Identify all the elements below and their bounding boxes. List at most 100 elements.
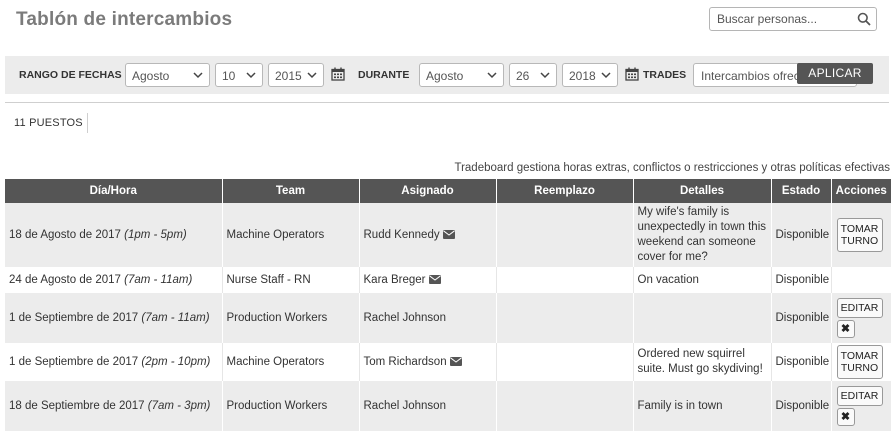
cell-details: Family is in town bbox=[633, 381, 772, 431]
column-header-team[interactable]: Team bbox=[222, 179, 360, 203]
cell-assigned: Tom Richardson bbox=[359, 343, 497, 381]
take-shift-button[interactable]: TOMAR TURNO bbox=[836, 218, 883, 252]
date-range-label: RANGO DE FECHAS bbox=[19, 69, 122, 81]
cell-team: Machine Operators bbox=[222, 203, 360, 267]
envelope-icon[interactable] bbox=[449, 356, 462, 366]
trades-table: Día/Hora Team Asignado Reemplazo Detalle… bbox=[5, 179, 891, 431]
cell-details bbox=[633, 293, 772, 343]
search-icon[interactable] bbox=[857, 12, 871, 26]
chevron-down-icon bbox=[193, 72, 203, 79]
policy-note: Tradeboard gestiona horas extras, confli… bbox=[454, 162, 890, 174]
to-day-select[interactable]: 26 bbox=[509, 63, 557, 87]
cell-status: Disponible bbox=[771, 381, 832, 431]
calendar-icon[interactable] bbox=[331, 67, 345, 81]
table-row: 1 de Septiembre de 2017 (7am - 11am) Pro… bbox=[5, 293, 891, 343]
to-month-value: Agosto bbox=[426, 69, 464, 83]
date-text: 1 de Septiembre de 2017 bbox=[9, 311, 139, 324]
cell-details: My wife's family is unexpectedly in town… bbox=[633, 203, 772, 267]
cell-datetime: 1 de Septiembre de 2017 (7am - 11am) bbox=[5, 293, 223, 343]
table-row: 18 de Septiembre de 2017 (7am - 3pm) Pro… bbox=[5, 381, 891, 431]
to-year-value: 2018 bbox=[569, 69, 596, 83]
time-text: (7am - 11am) bbox=[124, 273, 193, 286]
cell-assigned: Rachel Johnson bbox=[359, 381, 497, 431]
count-separator bbox=[87, 113, 88, 133]
close-icon[interactable]: ✖ bbox=[836, 408, 855, 426]
table-row: 18 de Agosto de 2017 (1pm - 5pm) Machine… bbox=[5, 203, 891, 267]
trades-label: TRADES bbox=[643, 69, 687, 81]
cell-datetime: 18 de Agosto de 2017 (1pm - 5pm) bbox=[5, 203, 223, 267]
cell-status: Disponible bbox=[771, 267, 832, 293]
page-title: Tablón de intercambios bbox=[16, 9, 233, 30]
column-header-actions: Acciones bbox=[831, 179, 891, 203]
time-text: (7am - 11am) bbox=[141, 311, 210, 324]
column-header-assigned[interactable]: Asignado bbox=[359, 179, 497, 203]
from-month-select[interactable]: Agosto bbox=[125, 63, 210, 87]
cell-datetime: 18 de Septiembre de 2017 (7am - 3pm) bbox=[5, 381, 223, 431]
chevron-down-icon bbox=[540, 72, 550, 79]
cell-actions: EDITAR ✖ bbox=[831, 381, 891, 431]
search-box[interactable] bbox=[709, 7, 877, 31]
from-month-value: Agosto bbox=[132, 69, 170, 83]
assigned-name: Rachel Johnson bbox=[363, 311, 446, 324]
chevron-down-icon bbox=[246, 72, 256, 79]
cell-replacement bbox=[496, 343, 634, 381]
assigned-name: Tom Richardson bbox=[363, 355, 447, 368]
cell-team: Production Workers bbox=[222, 381, 360, 431]
apply-button[interactable]: APLICAR bbox=[797, 63, 873, 84]
search-input[interactable] bbox=[710, 8, 857, 30]
cell-replacement bbox=[496, 381, 634, 431]
from-year-value: 2015 bbox=[275, 69, 302, 83]
to-day-value: 26 bbox=[516, 69, 530, 83]
date-text: 18 de Septiembre de 2017 bbox=[9, 399, 145, 412]
column-header-details[interactable]: Detalles bbox=[633, 179, 772, 203]
table-row: 24 de Agosto de 2017 (7am - 11am) Nurse … bbox=[5, 267, 891, 293]
cell-assigned: Rudd Kennedy bbox=[359, 203, 497, 267]
close-icon[interactable]: ✖ bbox=[836, 320, 855, 338]
cell-replacement bbox=[496, 203, 634, 267]
cell-team: Production Workers bbox=[222, 293, 360, 343]
assigned-name: Rachel Johnson bbox=[363, 399, 446, 412]
calendar-icon[interactable] bbox=[625, 67, 639, 81]
time-text: (7am - 3pm) bbox=[147, 399, 211, 412]
chevron-down-icon bbox=[307, 72, 317, 79]
assigned-name: Kara Breger bbox=[363, 273, 426, 286]
cell-status: Disponible bbox=[771, 203, 832, 267]
cell-datetime: 1 de Septiembre de 2017 (2pm - 10pm) bbox=[5, 343, 223, 381]
cell-assigned: Rachel Johnson bbox=[359, 293, 497, 343]
cell-replacement bbox=[496, 293, 634, 343]
envelope-icon[interactable] bbox=[428, 274, 441, 284]
assigned-name: Rudd Kennedy bbox=[363, 228, 440, 241]
to-year-select[interactable]: 2018 bbox=[562, 63, 618, 87]
cell-actions: EDITAR ✖ bbox=[831, 293, 891, 343]
time-text: (1pm - 5pm) bbox=[124, 228, 187, 241]
time-text: (2pm - 10pm) bbox=[141, 355, 211, 368]
edit-button[interactable]: EDITAR bbox=[836, 298, 883, 318]
cell-status: Disponible bbox=[771, 293, 832, 343]
divider bbox=[5, 102, 889, 103]
take-shift-button[interactable]: TOMAR TURNO bbox=[836, 345, 883, 379]
column-header-datetime[interactable]: Día/Hora bbox=[5, 179, 223, 203]
cell-assigned: Kara Breger bbox=[359, 267, 497, 293]
cell-team: Nurse Staff - RN bbox=[222, 267, 360, 293]
during-label: DURANTE bbox=[358, 69, 410, 81]
from-day-value: 10 bbox=[222, 69, 236, 83]
column-header-status[interactable]: Estado bbox=[771, 179, 832, 203]
to-month-select[interactable]: Agosto bbox=[419, 63, 504, 87]
column-header-replacement[interactable]: Reemplazo bbox=[496, 179, 634, 203]
cell-actions: TOMAR TURNO bbox=[831, 343, 891, 381]
envelope-icon[interactable] bbox=[442, 229, 455, 239]
cell-replacement bbox=[496, 267, 634, 293]
cell-datetime: 24 de Agosto de 2017 (7am - 11am) bbox=[5, 267, 223, 293]
chevron-down-icon bbox=[487, 72, 497, 79]
edit-button[interactable]: EDITAR bbox=[836, 386, 883, 406]
from-day-select[interactable]: 10 bbox=[215, 63, 263, 87]
table-row: 1 de Septiembre de 2017 (2pm - 10pm) Mac… bbox=[5, 343, 891, 381]
cell-actions: TOMAR TURNO bbox=[831, 203, 891, 267]
from-year-select[interactable]: 2015 bbox=[268, 63, 324, 87]
filter-bar: RANGO DE FECHAS Agosto 10 2015 DURANTE A… bbox=[5, 56, 889, 94]
cell-details: On vacation bbox=[633, 267, 772, 293]
date-text: 24 de Agosto de 2017 bbox=[9, 273, 121, 286]
cell-team: Machine Operators bbox=[222, 343, 360, 381]
cell-actions bbox=[831, 267, 891, 293]
table-header-row: Día/Hora Team Asignado Reemplazo Detalle… bbox=[5, 179, 891, 203]
